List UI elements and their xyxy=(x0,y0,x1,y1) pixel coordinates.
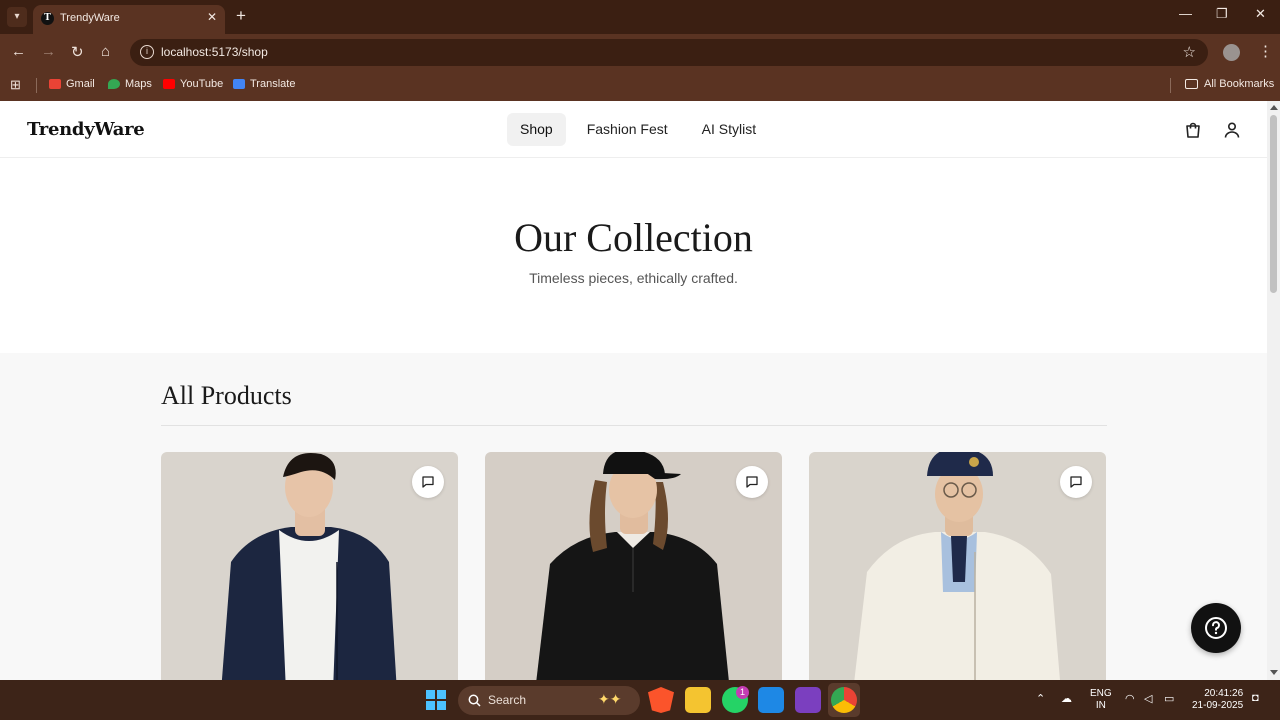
tab-search-icon[interactable]: ▾ xyxy=(7,7,27,27)
products-heading: All Products xyxy=(161,381,292,410)
close-window-icon[interactable]: ✕ xyxy=(1255,6,1266,22)
vscode-icon[interactable] xyxy=(758,687,784,713)
maps-icon xyxy=(108,79,120,89)
gmail-icon xyxy=(49,79,61,89)
site-info-icon[interactable]: i xyxy=(140,45,154,59)
main-nav: Shop Fashion Fest AI Stylist xyxy=(507,113,769,146)
hero-subtitle: Timeless pieces, ethically crafted. xyxy=(529,270,738,286)
volume-icon[interactable]: ◁ xyxy=(1144,692,1152,705)
nav-fashion-fest[interactable]: Fashion Fest xyxy=(574,113,681,146)
chrome-icon[interactable] xyxy=(831,687,857,713)
minimize-icon[interactable]: — xyxy=(1179,6,1192,21)
maximize-icon[interactable]: ❐ xyxy=(1216,6,1228,22)
site-header: TrendyWare Shop Fashion Fest AI Stylist xyxy=(0,101,1267,158)
products-section: All Products xyxy=(0,353,1267,680)
browser-chrome: ▾ T TrendyWare ✕ + — ❐ ✕ ← → ↻ ⌂ i local… xyxy=(0,0,1280,101)
copilot-sparkle-icon: ✦✦ xyxy=(598,691,622,707)
chat-button[interactable] xyxy=(736,466,768,498)
bookmarks-divider-right xyxy=(1170,78,1171,93)
chat-button[interactable] xyxy=(412,466,444,498)
chat-icon xyxy=(746,476,758,488)
visual-studio-icon[interactable] xyxy=(795,687,821,713)
product-card[interactable] xyxy=(809,452,1106,680)
address-bar[interactable]: i localhost:5173/shop ☆ xyxy=(130,39,1208,66)
section-divider xyxy=(161,425,1107,426)
shopping-bag-icon[interactable] xyxy=(1184,121,1202,139)
search-icon xyxy=(468,694,481,707)
notifications-icon[interactable]: ◘ xyxy=(1252,692,1259,704)
translate-icon xyxy=(233,79,245,89)
bookmark-youtube[interactable]: YouTube xyxy=(163,78,223,90)
user-icon[interactable] xyxy=(1223,121,1241,139)
brave-browser-icon[interactable] xyxy=(648,687,674,713)
help-button[interactable] xyxy=(1191,603,1241,653)
taskbar-search-label: Search xyxy=(488,693,527,707)
bookmark-maps[interactable]: Maps xyxy=(108,78,152,90)
forward-icon[interactable]: → xyxy=(41,43,56,60)
windows-start-icon[interactable] xyxy=(426,690,446,710)
all-bookmarks-button[interactable]: All Bookmarks xyxy=(1185,78,1274,90)
chat-button[interactable] xyxy=(1060,466,1092,498)
tab-strip: ▾ T TrendyWare ✕ + — ❐ ✕ xyxy=(0,0,1280,34)
chat-icon xyxy=(1070,476,1082,488)
youtube-icon xyxy=(163,79,175,89)
url-text[interactable]: localhost:5173/shop xyxy=(161,45,268,59)
file-explorer-icon[interactable] xyxy=(685,687,711,713)
onedrive-icon[interactable]: ☁ xyxy=(1061,692,1072,705)
site-logo[interactable]: TrendyWare xyxy=(27,119,145,140)
reload-icon[interactable]: ↻ xyxy=(71,43,84,61)
battery-icon[interactable]: ▭ xyxy=(1164,692,1174,705)
new-tab-icon[interactable]: + xyxy=(236,6,246,26)
bookmarks-bar: ⊞ Gmail Maps YouTube Translate All Bookm… xyxy=(0,70,1280,101)
nav-shop[interactable]: Shop xyxy=(507,113,566,146)
product-card[interactable] xyxy=(161,452,458,680)
browser-toolbar: ← → ↻ ⌂ i localhost:5173/shop ☆ ⋮ xyxy=(0,34,1280,70)
folder-icon xyxy=(1185,79,1198,89)
home-icon[interactable]: ⌂ xyxy=(101,43,110,60)
bookmark-star-icon[interactable]: ☆ xyxy=(1183,43,1196,61)
browser-tab-active[interactable]: T TrendyWare ✕ xyxy=(33,5,225,34)
help-icon xyxy=(1205,617,1227,639)
nav-ai-stylist[interactable]: AI Stylist xyxy=(689,113,769,146)
hero-section: Our Collection Timeless pieces, ethicall… xyxy=(0,158,1267,353)
page-scrollbar[interactable] xyxy=(1267,101,1280,680)
hero-title: Our Collection xyxy=(514,215,753,260)
bookmarks-divider xyxy=(36,78,37,93)
back-icon[interactable]: ← xyxy=(11,43,26,60)
product-card[interactable] xyxy=(485,452,782,680)
show-hidden-icons[interactable]: ⌃ xyxy=(1036,692,1045,705)
taskbar-search[interactable]: Search ✦✦ xyxy=(458,686,640,715)
whatsapp-notification-badge: 1 xyxy=(736,686,749,699)
windows-taskbar: Search ✦✦ 1 ⌃ ☁ ENG IN ◠ ◁ ▭ 20:41:26 21… xyxy=(0,680,1280,720)
scrollbar-thumb[interactable] xyxy=(1270,115,1277,293)
wifi-icon[interactable]: ◠ xyxy=(1125,692,1135,705)
apps-grid-icon[interactable]: ⊞ xyxy=(10,77,21,93)
close-tab-icon[interactable]: ✕ xyxy=(207,10,217,24)
favicon-icon: T xyxy=(41,12,54,25)
bookmark-translate[interactable]: Translate xyxy=(233,78,295,90)
scroll-up-icon[interactable] xyxy=(1270,105,1278,110)
tab-title: TrendyWare xyxy=(60,12,120,24)
scroll-down-icon[interactable] xyxy=(1270,670,1278,675)
profile-avatar[interactable] xyxy=(1223,44,1240,61)
browser-menu-icon[interactable]: ⋮ xyxy=(1258,42,1273,60)
system-clock[interactable]: 20:41:26 21-09-2025 xyxy=(1192,688,1243,712)
language-indicator[interactable]: ENG IN xyxy=(1090,688,1112,712)
bookmark-gmail[interactable]: Gmail xyxy=(49,78,95,90)
page-viewport: TrendyWare Shop Fashion Fest AI Stylist … xyxy=(0,101,1267,680)
chat-icon xyxy=(422,476,434,488)
